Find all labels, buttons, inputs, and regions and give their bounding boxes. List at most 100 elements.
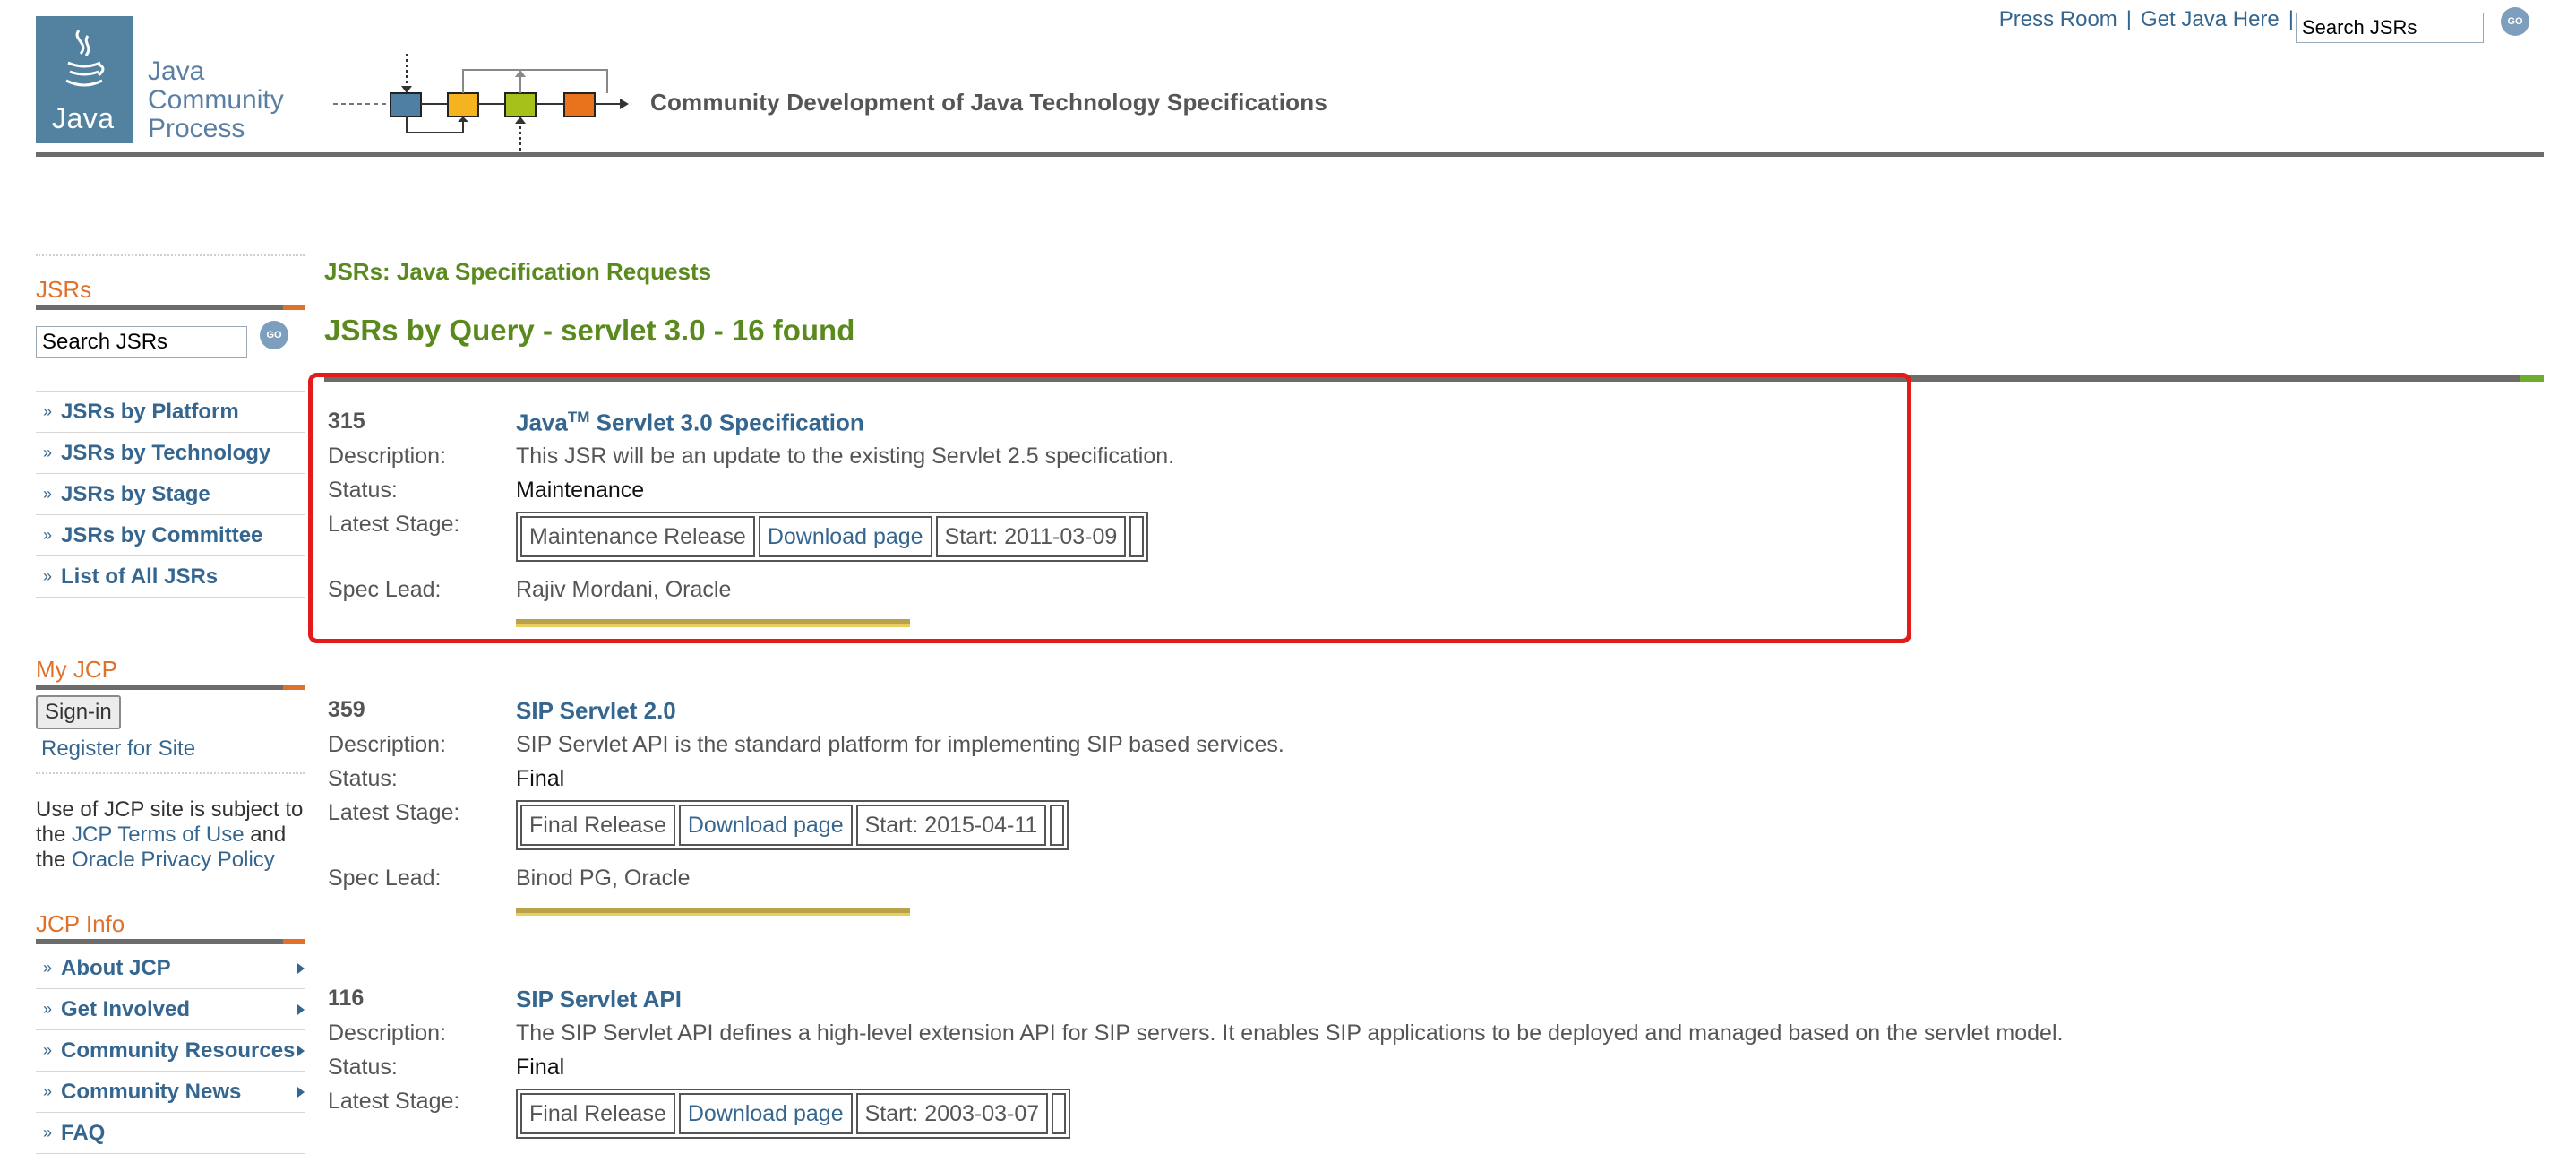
- myjcp-heading-bar: [36, 685, 305, 690]
- header-divider: [36, 152, 2544, 157]
- status-label: Status:: [328, 766, 398, 791]
- download-page-link[interactable]: Download page: [768, 524, 923, 549]
- sidebar-item-get-involved[interactable]: » Get Involved: [36, 989, 305, 1030]
- chevron-right-icon: »: [43, 485, 53, 503]
- jsr-status: Maintenance: [516, 478, 645, 503]
- chevron-right-icon: »: [43, 444, 53, 461]
- sidebar-item-label: JSRs by Committee: [61, 523, 263, 547]
- sidebar-item-label: Community Resources: [61, 1038, 296, 1063]
- myjcp-heading: My JCP: [36, 656, 117, 683]
- download-page-link[interactable]: Download page: [688, 1101, 844, 1126]
- result-underline: [516, 908, 910, 916]
- jcpinfo-heading: JCP Info: [36, 910, 125, 937]
- jsr-status: Final: [516, 766, 565, 791]
- jsr-result: 359 SIP Servlet 2.0 Description: SIP Ser…: [328, 697, 2477, 939]
- jsr-nav: » JSRs by Platform » JSRs by Technology » J…: [36, 391, 305, 598]
- jsr-title-text: Servlet 3.0 Specification: [589, 409, 864, 436]
- description-label: Description:: [328, 444, 446, 469]
- chevron-right-icon: »: [43, 1000, 53, 1018]
- sidebar-item-faq[interactable]: » FAQ: [36, 1113, 305, 1154]
- jsr-number: 116: [328, 986, 365, 1011]
- separator: |: [2125, 7, 2133, 31]
- sidebar-item-label: FAQ: [61, 1121, 106, 1145]
- sidebar-item-technology[interactable]: » JSRs by Technology: [36, 433, 305, 474]
- sidebar-item-label: Community News: [61, 1080, 242, 1104]
- top-search-input[interactable]: [2296, 13, 2484, 43]
- jsr-title-text: Java: [516, 409, 568, 436]
- description-label: Description:: [328, 732, 446, 757]
- page-title: JSRs by Query - servlet 3.0 - 16 found: [324, 314, 855, 347]
- breadcrumb: JSRs: Java Specification Requests: [324, 258, 712, 285]
- java-logo[interactable]: Java: [36, 16, 133, 143]
- sidebar-search-input[interactable]: [36, 326, 247, 358]
- jsrs-heading: JSRs: [36, 276, 92, 303]
- caret-right-icon: [297, 963, 305, 974]
- status-label: Status:: [328, 1055, 398, 1080]
- jsr-title-link[interactable]: SIP Servlet API: [516, 986, 682, 1013]
- download-cell: Download page: [678, 805, 853, 846]
- spec-lead-label: Spec Lead:: [328, 577, 442, 602]
- logo-wordmark: Java: [52, 102, 115, 134]
- jsr-title-link[interactable]: SIP Servlet 2.0: [516, 697, 676, 725]
- chevron-right-icon: »: [43, 402, 53, 420]
- process-diagram-icon: [333, 54, 629, 151]
- stage-empty-cell: [1052, 1093, 1067, 1134]
- jsr-status: Final: [516, 1055, 565, 1080]
- jsr-description: The SIP Servlet API defines a high-level…: [516, 1021, 2064, 1046]
- sidebar-item-committee[interactable]: » JSRs by Committee: [36, 515, 305, 556]
- trademark-mark: TM: [567, 409, 590, 426]
- spec-lead-label: Spec Lead:: [328, 866, 442, 891]
- top-links: Press Room | Get Java Here |: [1999, 7, 2303, 32]
- sidebar-item-news[interactable]: » Community News: [36, 1072, 305, 1113]
- sidebar-item-platform[interactable]: » JSRs by Platform: [36, 392, 305, 433]
- caret-right-icon: [297, 1004, 305, 1015]
- stage-table: Final Release Download page Start: 2003-…: [516, 1089, 1071, 1139]
- chevron-right-icon: »: [43, 959, 53, 977]
- stage-start-date: Start: 2011-03-09: [935, 516, 1127, 557]
- sidebar-item-all-jsrs[interactable]: » List of All JSRs: [36, 556, 305, 598]
- chevron-right-icon: »: [43, 1041, 53, 1059]
- site-tagline: Community Development of Java Technology…: [650, 89, 1327, 116]
- sidebar-go-button[interactable]: GO: [260, 321, 288, 349]
- org-name: Java Community Process: [148, 57, 284, 143]
- download-page-link[interactable]: Download page: [688, 813, 844, 838]
- sidebar-item-label: JSRs by Stage: [61, 482, 210, 506]
- stage-start-date: Start: 2003-03-07: [855, 1093, 1049, 1134]
- chevron-right-icon: »: [43, 567, 53, 585]
- sidebar-item-stage[interactable]: » JSRs by Stage: [36, 474, 305, 515]
- jsr-description: SIP Servlet API is the standard platform…: [516, 732, 1284, 757]
- sidebar-item-about[interactable]: » About JCP: [36, 948, 305, 989]
- stage-name: Maintenance Release: [520, 516, 755, 557]
- terms-notice: Use of JCP site is subject to the JCP Te…: [36, 797, 313, 873]
- result-underline: [516, 619, 910, 627]
- stage-empty-cell: [1129, 516, 1145, 557]
- jsrs-heading-bar: [36, 305, 305, 310]
- stage-name: Final Release: [520, 1093, 675, 1134]
- sidebar-item-label: Get Involved: [61, 997, 191, 1021]
- org-line: Java: [148, 56, 205, 86]
- top-go-button[interactable]: GO: [2501, 7, 2529, 36]
- jcpinfo-heading-bar: [36, 939, 305, 944]
- separator: |: [2288, 7, 2294, 31]
- stage-empty-cell: [1050, 805, 1065, 846]
- jsr-number: 359: [328, 697, 365, 722]
- jsr-description: This JSR will be an update to the existi…: [516, 444, 1175, 469]
- stage-table: Maintenance Release Download page Start:…: [516, 512, 1149, 562]
- terms-of-use-link[interactable]: JCP Terms of Use: [72, 822, 245, 847]
- privacy-policy-link[interactable]: Oracle Privacy Policy: [72, 848, 275, 872]
- download-cell: Download page: [678, 1093, 853, 1134]
- description-label: Description:: [328, 1021, 446, 1046]
- sidebar-divider: [36, 772, 305, 774]
- press-room-link[interactable]: Press Room: [1999, 7, 2117, 31]
- chevron-right-icon: »: [43, 1082, 53, 1100]
- chevron-right-icon: »: [43, 1124, 53, 1141]
- stage-name: Final Release: [520, 805, 675, 846]
- jcp-info-nav: » About JCP » Get Involved » Community Reso…: [36, 948, 305, 1154]
- register-link[interactable]: Register for Site: [41, 736, 195, 762]
- results-divider: [324, 375, 2544, 382]
- sign-in-button[interactable]: Sign-in: [36, 695, 121, 729]
- sidebar-item-resources[interactable]: » Community Resources: [36, 1030, 305, 1072]
- jsr-title-link[interactable]: JavaTM Servlet 3.0 Specification: [516, 409, 864, 437]
- get-java-link[interactable]: Get Java Here: [2141, 7, 2280, 31]
- jsr-result: 315 JavaTM Servlet 3.0 Specification Des…: [328, 409, 2477, 650]
